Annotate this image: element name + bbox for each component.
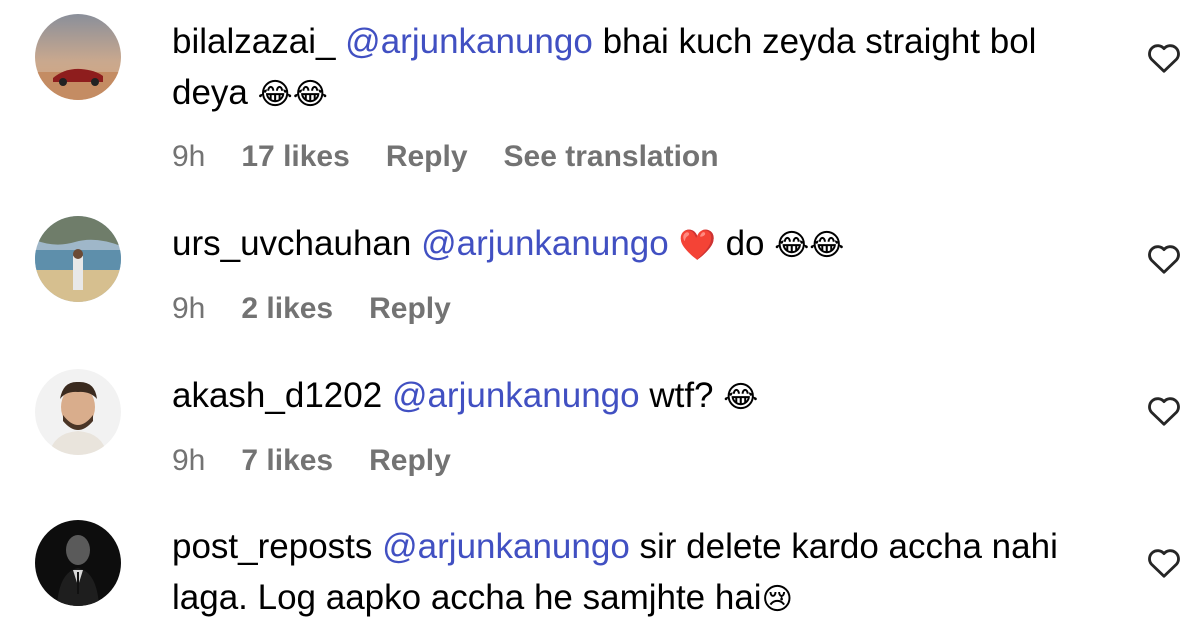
reply-button[interactable]: Reply (386, 140, 468, 174)
comment-body: do (725, 224, 765, 263)
comment-username[interactable]: bilalzazai_ (172, 22, 335, 61)
comment-text: urs_uvchauhan @arjunkanungo ❤️ do 😂😂 (172, 218, 1112, 271)
reply-button[interactable]: Reply (369, 444, 451, 478)
crying-emoji: 😢 (761, 582, 793, 617)
comment-meta: 9h 7 likes Reply (172, 444, 487, 478)
comment-text: bilalzazai_ @arjunkanungo bhai kuch zeyd… (172, 16, 1112, 120)
mention-link[interactable]: @arjunkanungo (392, 376, 640, 415)
comment-timestamp[interactable]: 9h (172, 140, 205, 174)
laughing-emoji: 😂😂 (257, 77, 328, 112)
likes-count[interactable]: 17 likes (241, 140, 349, 174)
avatar[interactable] (35, 14, 121, 100)
likes-count[interactable]: 2 likes (241, 292, 333, 326)
avatar[interactable] (35, 369, 121, 455)
heart-outline-icon[interactable] (1146, 393, 1182, 427)
comment-text: post_reposts @arjunkanungo sir delete ka… (172, 521, 1112, 625)
laughing-emoji: 😂😂 (774, 228, 845, 263)
heart-outline-icon[interactable] (1146, 241, 1182, 275)
comment-username[interactable]: akash_d1202 (172, 376, 382, 415)
red-heart-emoji: ❤️ (678, 228, 716, 263)
comment-timestamp[interactable]: 9h (172, 444, 205, 478)
comment-meta: 9h 2 likes Reply (172, 292, 487, 326)
see-translation-button[interactable]: See translation (504, 140, 719, 174)
avatar[interactable] (35, 216, 121, 302)
avatar[interactable] (35, 520, 121, 606)
comment-meta: 9h 17 likes Reply See translation (172, 140, 719, 174)
reply-button[interactable]: Reply (369, 292, 451, 326)
mention-link[interactable]: @arjunkanungo (421, 224, 669, 263)
comment-username[interactable]: post_reposts (172, 527, 372, 566)
laughing-emoji: 😂 (723, 380, 759, 415)
heart-outline-icon[interactable] (1146, 40, 1182, 74)
mention-link[interactable]: @arjunkanungo (345, 22, 593, 61)
mention-link[interactable]: @arjunkanungo (382, 527, 630, 566)
likes-count[interactable]: 7 likes (241, 444, 333, 478)
comment-text: akash_d1202 @arjunkanungo wtf? 😂 (172, 370, 1112, 423)
heart-outline-icon[interactable] (1146, 545, 1182, 579)
comment-timestamp[interactable]: 9h (172, 292, 205, 326)
comment-body: wtf? (649, 376, 714, 415)
comment-username[interactable]: urs_uvchauhan (172, 224, 411, 263)
